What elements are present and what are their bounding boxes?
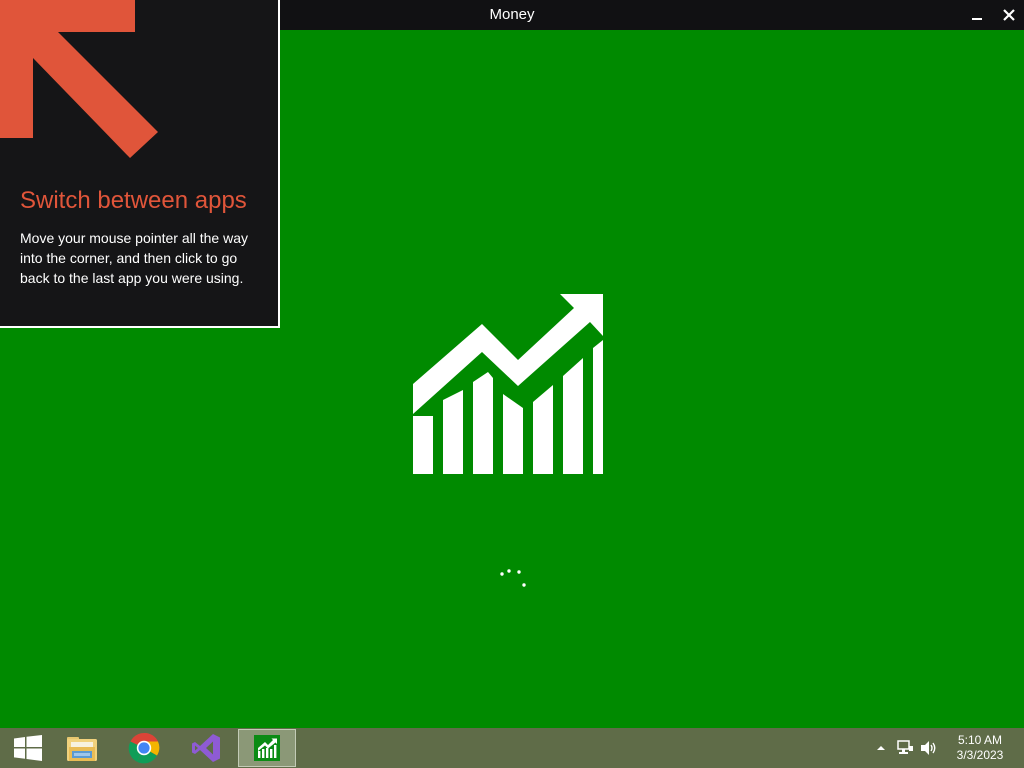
taskbar-file-explorer[interactable]: [54, 729, 110, 767]
money-app-window: Money Switch between apps Move your mous…: [0, 0, 1024, 768]
chrome-icon: [128, 732, 160, 764]
tip-title: Switch between apps: [20, 187, 247, 214]
network-icon[interactable]: [896, 740, 914, 756]
taskbar-visual-studio[interactable]: [178, 729, 234, 767]
minimize-button[interactable]: [964, 3, 990, 27]
folder-icon: [67, 737, 97, 761]
system-tray: [874, 728, 938, 768]
money-logo-icon: [413, 294, 603, 474]
taskbar-money[interactable]: [238, 729, 296, 767]
taskbar-chrome[interactable]: [116, 729, 172, 767]
close-icon: [1003, 9, 1015, 21]
visual-studio-icon: [192, 734, 220, 762]
money-chart-icon: [254, 735, 280, 761]
clock-date: 3/3/2023: [956, 748, 1004, 762]
start-button[interactable]: [0, 729, 56, 767]
show-hidden-icons-icon[interactable]: [874, 741, 888, 755]
volume-icon[interactable]: [920, 740, 938, 756]
clock-time: 5:10 AM: [957, 733, 1003, 747]
windows-logo-icon: [14, 735, 42, 761]
loading-spinner-icon: [500, 569, 526, 587]
tip-body: Move your mouse pointer all the way into…: [20, 230, 248, 286]
minimize-icon: [972, 18, 982, 20]
taskbar: 5:10 AM 3/3/2023: [0, 728, 1024, 768]
taskbar-clock[interactable]: 5:10 AM 3/3/2023: [944, 733, 1016, 763]
close-button[interactable]: [996, 3, 1022, 27]
switch-apps-tip: Switch between apps Move your mouse poin…: [0, 0, 280, 328]
arrow-up-left-icon: [0, 0, 158, 158]
